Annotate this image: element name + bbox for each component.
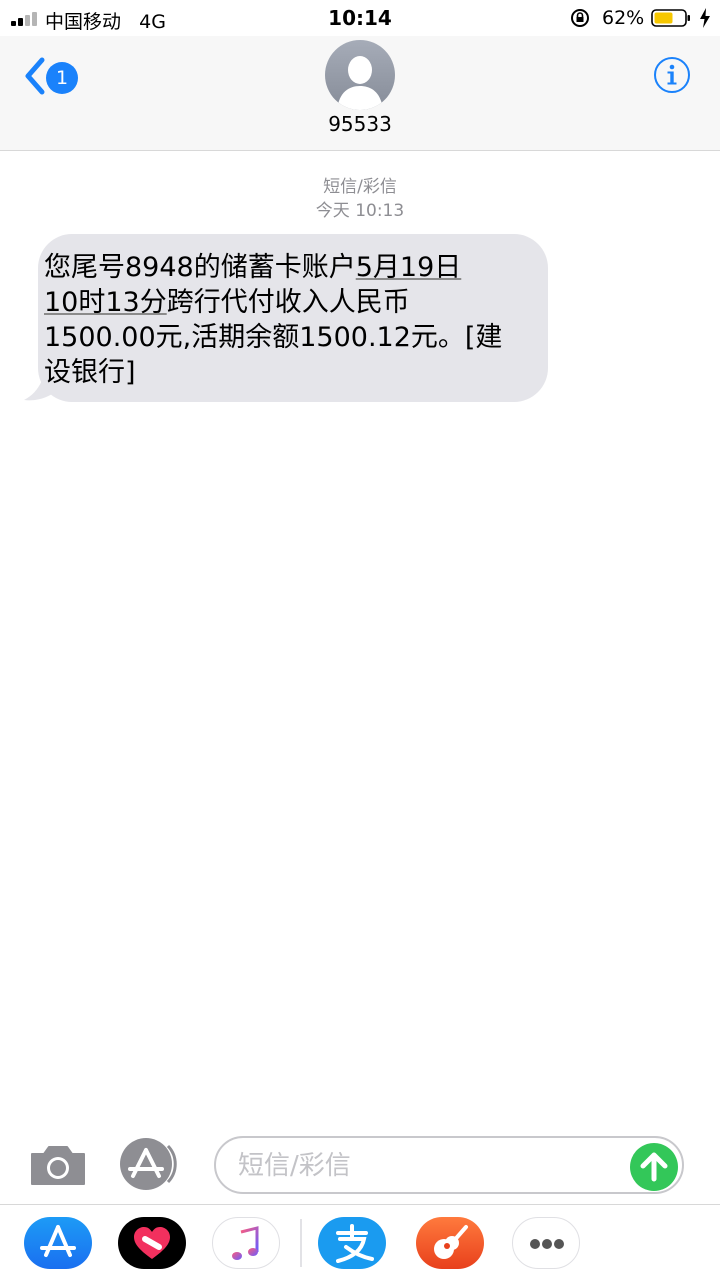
music-app-icon[interactable]: [212, 1217, 280, 1269]
message-text: 您尾号8948的储蓄卡账户5月19日 10时13分跨行代付收入人民币 1500.…: [44, 250, 544, 390]
camera-icon[interactable]: [28, 1142, 88, 1188]
app-store-glyph-icon: [40, 1225, 76, 1257]
garageband-app-icon[interactable]: [416, 1217, 484, 1269]
person-silhouette-icon: [337, 56, 383, 110]
app-store-icon[interactable]: [120, 1138, 184, 1190]
charging-bolt-icon: [700, 8, 710, 28]
chevron-left-icon: [25, 57, 45, 95]
contact-avatar[interactable]: [325, 40, 395, 110]
battery-icon: [651, 9, 690, 27]
message-text-segment: 1500.00元,活期余额1500.12元。[建: [44, 322, 503, 353]
back-button[interactable]: 1: [18, 56, 82, 100]
send-button[interactable]: [630, 1143, 678, 1191]
drawer-divider: [300, 1219, 302, 1267]
guitar-icon: [434, 1225, 468, 1259]
more-apps-button[interactable]: [512, 1217, 580, 1269]
message-text-segment: 跨行代付收入人民币: [166, 287, 410, 318]
more-icon: [530, 1239, 564, 1249]
contact-name[interactable]: 95533: [0, 112, 720, 136]
status-bar: 中国移动 4G 10:14 62%: [0, 0, 720, 36]
app-store-app-icon[interactable]: [24, 1217, 92, 1269]
alipay-glyph-icon: [336, 1224, 374, 1263]
message-text-segment: 设银行]: [44, 357, 136, 388]
info-icon[interactable]: [653, 56, 691, 94]
app-drawer: [0, 1204, 720, 1281]
arrow-up-icon: [640, 1152, 668, 1182]
message-input-field[interactable]: [214, 1136, 684, 1194]
digital-touch-app-icon[interactable]: [118, 1217, 186, 1269]
alipay-app-icon[interactable]: [318, 1217, 386, 1269]
music-note-icon: [232, 1226, 259, 1260]
unread-count-badge: 1: [46, 62, 78, 94]
battery-percent: 62%: [602, 7, 645, 29]
message-timestamp: 今天 10:13: [315, 201, 405, 221]
time-link[interactable]: 10时13分: [44, 287, 167, 318]
compose-bar: [0, 1120, 720, 1204]
rotation-lock-icon: [571, 9, 589, 27]
date-link[interactable]: 5月19日: [356, 252, 462, 283]
conversation-header: 1 95533: [0, 36, 720, 151]
message-text-segment: 您尾号8948的储蓄卡账户: [44, 252, 356, 283]
message-type-label: 短信/彩信: [323, 177, 397, 197]
heart-icon: [134, 1227, 170, 1259]
message-input[interactable]: [236, 1146, 620, 1186]
